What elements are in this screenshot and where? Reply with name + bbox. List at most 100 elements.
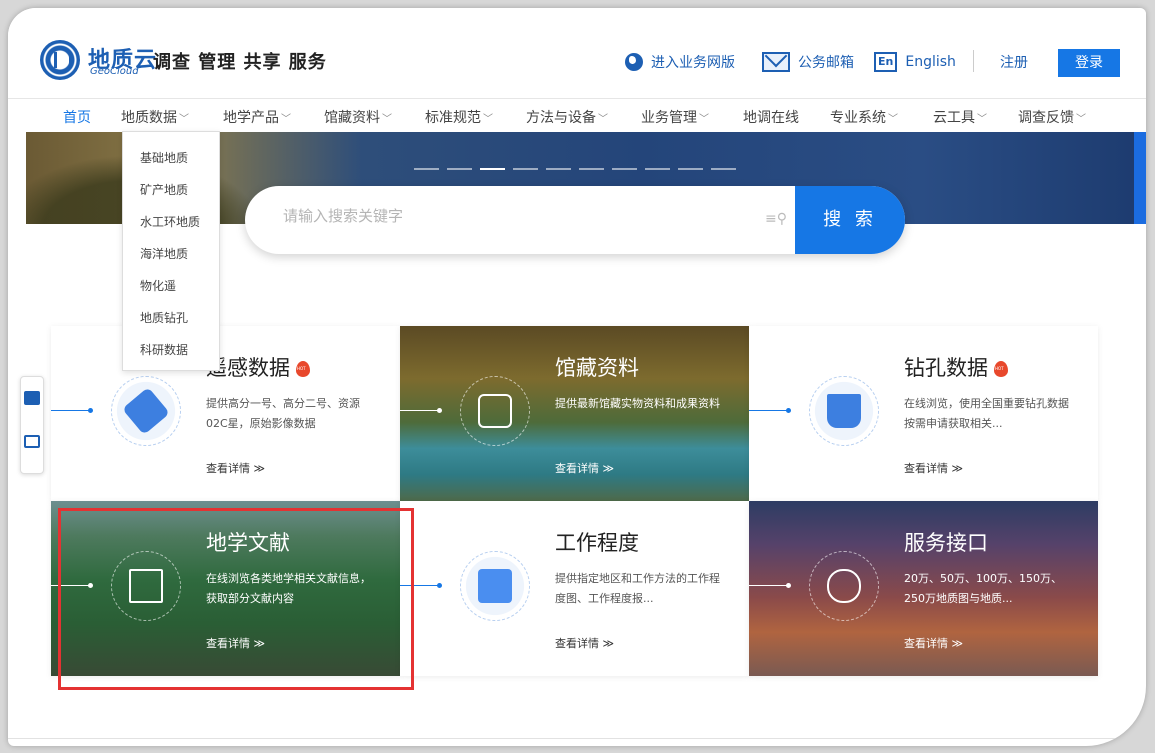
carousel-dot[interactable] xyxy=(711,168,736,170)
business-network-label: 进入业务网版 xyxy=(651,55,735,71)
carousel-dot[interactable] xyxy=(678,168,703,170)
chevron-down-icon: ﹀ xyxy=(281,114,291,125)
card-description: 提供高分一号、高分二号、资源02C星，原始影像数据 xyxy=(206,397,360,430)
card-title: 馆藏资料 xyxy=(555,356,639,380)
card-service-api[interactable]: 服务接口 20万、50万、100万、150万、250万地质图与地质... 查看详… xyxy=(749,501,1098,676)
dropdown-item[interactable]: 物化遥 xyxy=(140,277,176,294)
card-geo-literature[interactable]: 地学文献 在线浏览各类地学相关文献信息，获取部分文献内容 查看详情 ≫ xyxy=(51,501,400,676)
official-mail-link[interactable]: 公务邮箱 xyxy=(762,52,854,72)
english-link[interactable]: En English xyxy=(874,52,956,72)
card-title: 钻孔数据 xyxy=(904,352,1008,382)
open-book-icon xyxy=(129,569,163,603)
dropdown-item[interactable]: 矿产地质 xyxy=(140,181,188,198)
connector-line xyxy=(51,583,93,588)
add-map-icon[interactable] xyxy=(24,391,40,405)
carousel-dot[interactable] xyxy=(447,168,472,170)
dropdown-item[interactable]: 基础地质 xyxy=(140,149,188,166)
search-input[interactable] xyxy=(283,208,723,225)
view-details-link[interactable]: 查看详情 ≫ xyxy=(206,460,265,476)
globe-icon xyxy=(625,53,643,71)
connector-line xyxy=(749,408,791,413)
card-title: 遥感数据 xyxy=(206,352,310,382)
chevron-down-icon: ﹀ xyxy=(483,114,493,125)
view-details-link[interactable]: 查看详情 ≫ xyxy=(555,460,614,476)
card-drilling-data[interactable]: 钻孔数据 在线浏览，使用全国重要钻孔数据按需申请获取相关... 查看详情 ≫ xyxy=(749,326,1098,501)
nav-label: 地学产品 xyxy=(223,110,279,126)
chevron-down-icon: ﹀ xyxy=(598,114,608,125)
drill-rig-icon xyxy=(827,394,861,428)
nav-item-business[interactable]: 业务管理 ﹀ xyxy=(641,107,709,127)
card-description: 在线浏览，使用全国重要钻孔数据按需申请获取相关... xyxy=(904,397,1069,430)
nav-label: 地质数据 xyxy=(121,110,177,126)
brand-subtitle: GeoCloud xyxy=(90,66,139,77)
dropdown-item[interactable]: 科研数据 xyxy=(140,341,188,358)
nav-item-survey-online[interactable]: 地调在线 xyxy=(743,107,799,127)
card-title: 服务接口 xyxy=(904,531,988,555)
dropdown-item[interactable]: 地质钻孔 xyxy=(140,309,188,326)
nav-item-feedback[interactable]: 调查反馈 ﹀ xyxy=(1018,107,1086,127)
browser-frame: 地质云 GeoCloud 调查 管理 共享 服务 进入业务网版 公务邮箱 En … xyxy=(8,8,1146,746)
search-button[interactable]: 搜 索 xyxy=(795,186,905,254)
hot-flame-icon xyxy=(296,361,310,377)
view-details-link[interactable]: 查看详情 ≫ xyxy=(904,635,963,651)
business-network-link[interactable]: 进入业务网版 xyxy=(625,52,735,72)
card-archives[interactable]: 馆藏资料 提供最新馆藏实物资料和成果资料 查看详情 ≫ xyxy=(400,326,749,501)
nav-label: 云工具 xyxy=(933,110,975,126)
view-details-link[interactable]: 查看详情 ≫ xyxy=(904,460,963,476)
carousel-dot[interactable] xyxy=(513,168,538,170)
nav-item-pro-systems[interactable]: 专业系统 ﹀ xyxy=(830,107,898,127)
footer-divider xyxy=(8,738,1128,739)
nav-label: 首页 xyxy=(63,110,91,126)
carousel-dot[interactable] xyxy=(612,168,637,170)
login-button[interactable]: 登录 xyxy=(1058,49,1120,77)
register-link[interactable]: 注册 xyxy=(1000,52,1028,72)
carousel-dot-active[interactable] xyxy=(480,168,505,170)
search-box: ≡⚲ 搜 索 xyxy=(245,186,905,254)
nav-item-methods[interactable]: 方法与设备 ﹀ xyxy=(526,107,608,127)
nav-label: 地调在线 xyxy=(743,110,799,126)
carousel-dot[interactable] xyxy=(414,168,439,170)
carousel-indicators xyxy=(414,168,736,170)
nav-item-geo-products[interactable]: 地学产品 ﹀ xyxy=(223,107,291,127)
header-divider xyxy=(973,50,974,72)
main-nav: 首页 地质数据 ﹀ 地学产品 ﹀ 馆藏资料 ﹀ 标准规范 ﹀ 方法与设备 ﹀ 业务管理 ﹀ … xyxy=(8,98,1146,132)
carousel-dot[interactable] xyxy=(546,168,571,170)
view-details-link[interactable]: 查看详情 ≫ xyxy=(206,635,265,651)
view-details-link[interactable]: 查看详情 ≫ xyxy=(555,635,614,651)
nav-item-geo-data[interactable]: 地质数据 ﹀ xyxy=(121,107,189,127)
geo-data-dropdown: 基础地质 矿产地质 水工环地质 海洋地质 物化遥 地质钻孔 科研数据 xyxy=(122,131,220,371)
nav-item-standards[interactable]: 标准规范 ﹀ xyxy=(425,107,493,127)
brand-tagline: 调查 管理 共享 服务 xyxy=(153,52,327,73)
nav-item-archives[interactable]: 馆藏资料 ﹀ xyxy=(324,107,392,127)
card-title: 地学文献 xyxy=(206,531,290,555)
dropdown-item[interactable]: 海洋地质 xyxy=(140,245,188,262)
nav-item-cloud-tools[interactable]: 云工具 ﹀ xyxy=(933,107,987,127)
search-filter-icon[interactable]: ≡⚲ xyxy=(765,211,787,227)
chevron-down-icon: ﹀ xyxy=(382,114,392,125)
nav-item-home[interactable]: 首页 xyxy=(63,107,91,127)
nav-label: 专业系统 xyxy=(830,110,886,126)
card-work-level[interactable]: 工作程度 提供指定地区和工作方法的工作程度图、工作程度报... 查看详情 ≫ xyxy=(400,501,749,676)
connector-line xyxy=(51,408,93,413)
official-mail-label: 公务邮箱 xyxy=(798,55,854,71)
nav-label: 馆藏资料 xyxy=(324,110,380,126)
site-header: 地质云 GeoCloud 调查 管理 共享 服务 进入业务网版 公务邮箱 En … xyxy=(8,8,1146,98)
cloud-doc-icon xyxy=(827,569,861,603)
chevron-down-icon: ﹀ xyxy=(977,114,987,125)
logo-emblem-icon[interactable] xyxy=(40,40,80,80)
feature-card-grid: 遥感数据 提供高分一号、高分二号、资源02C星，原始影像数据 查看详情 ≫ 馆藏… xyxy=(51,326,1099,676)
card-remote-sensing[interactable]: 遥感数据 提供高分一号、高分二号、资源02C星，原始影像数据 查看详情 ≫ xyxy=(51,326,400,501)
english-badge-icon: En xyxy=(874,52,898,72)
side-floating-toolbar xyxy=(20,376,44,474)
carousel-dot[interactable] xyxy=(645,168,670,170)
dropdown-item[interactable]: 水工环地质 xyxy=(140,213,200,230)
nav-label: 标准规范 xyxy=(425,110,481,126)
chevron-down-icon: ﹀ xyxy=(1076,114,1086,125)
register-label: 注册 xyxy=(1000,55,1028,71)
nav-label: 业务管理 xyxy=(641,110,697,126)
nav-label: 方法与设备 xyxy=(526,110,596,126)
mail-icon xyxy=(762,52,790,72)
carousel-dot[interactable] xyxy=(579,168,604,170)
chevron-down-icon: ﹀ xyxy=(699,114,709,125)
folder-icon[interactable] xyxy=(24,435,40,448)
